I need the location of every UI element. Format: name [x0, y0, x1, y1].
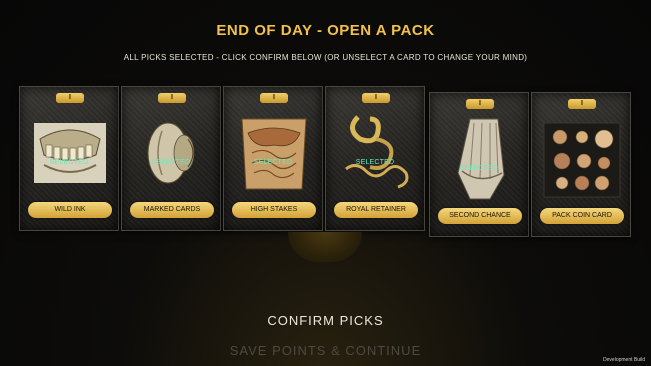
card-row: I SELECTED WILD INK I SELECTED MARKED CA… — [19, 86, 631, 237]
selected-indicator: SELECTED — [459, 165, 499, 172]
save-points-continue-button[interactable]: SAVE POINTS & CONTINUE — [0, 343, 651, 358]
card-wild-ink[interactable]: I SELECTED WILD INK — [19, 86, 119, 231]
card-royal-retainer[interactable]: I SELECTED ROYAL RETAINER — [325, 86, 425, 231]
specimen-plate-illustration-icon — [543, 122, 621, 198]
card-name-plate: ROYAL RETAINER — [334, 202, 418, 218]
intestine-illustration-icon — [345, 115, 409, 189]
selected-indicator: SELECTED — [49, 159, 89, 166]
card-name-plate: PACK COIN CARD — [540, 208, 624, 224]
torso-illustration-icon — [241, 118, 307, 190]
card-tier-tab: I — [56, 93, 84, 103]
card-name-plate: SECOND CHANCE — [438, 208, 522, 224]
card-tier-tab: I — [362, 93, 390, 103]
card-tier-tab: I — [158, 93, 186, 103]
selected-indicator: SELECTED — [355, 159, 395, 166]
card-high-stakes[interactable]: I SELECTED HIGH STAKES — [223, 86, 323, 231]
card-tier-tab: I — [260, 93, 288, 103]
selected-indicator: SELECTED — [253, 159, 293, 166]
development-build-label: Development Build — [603, 357, 645, 363]
confirm-picks-button[interactable]: CONFIRM PICKS — [0, 313, 651, 328]
selected-indicator: SELECTED — [151, 159, 191, 166]
teeth-skull-illustration-icon — [34, 123, 106, 183]
card-second-chance[interactable]: I SELECTED SECOND CHANCE — [429, 92, 529, 237]
card-name-plate: HIGH STAKES — [232, 202, 316, 218]
card-marked-cards[interactable]: I SELECTED MARKED CARDS — [121, 86, 221, 231]
hand-muscles-illustration-icon — [457, 118, 505, 200]
pack-glow-decoration — [288, 232, 362, 262]
card-pack-coin-card[interactable]: I PACK COIN CARD — [531, 92, 631, 237]
card-tier-tab: I — [568, 99, 596, 109]
page-title: END OF DAY - OPEN A PACK — [216, 22, 435, 39]
card-name-plate: WILD INK — [28, 202, 112, 218]
card-tier-tab: I — [466, 99, 494, 109]
card-name-plate: MARKED CARDS — [130, 202, 214, 218]
kidney-illustration-icon — [147, 122, 195, 184]
instruction-subtitle: ALL PICKS SELECTED - CLICK CONFIRM BELOW… — [123, 53, 528, 62]
